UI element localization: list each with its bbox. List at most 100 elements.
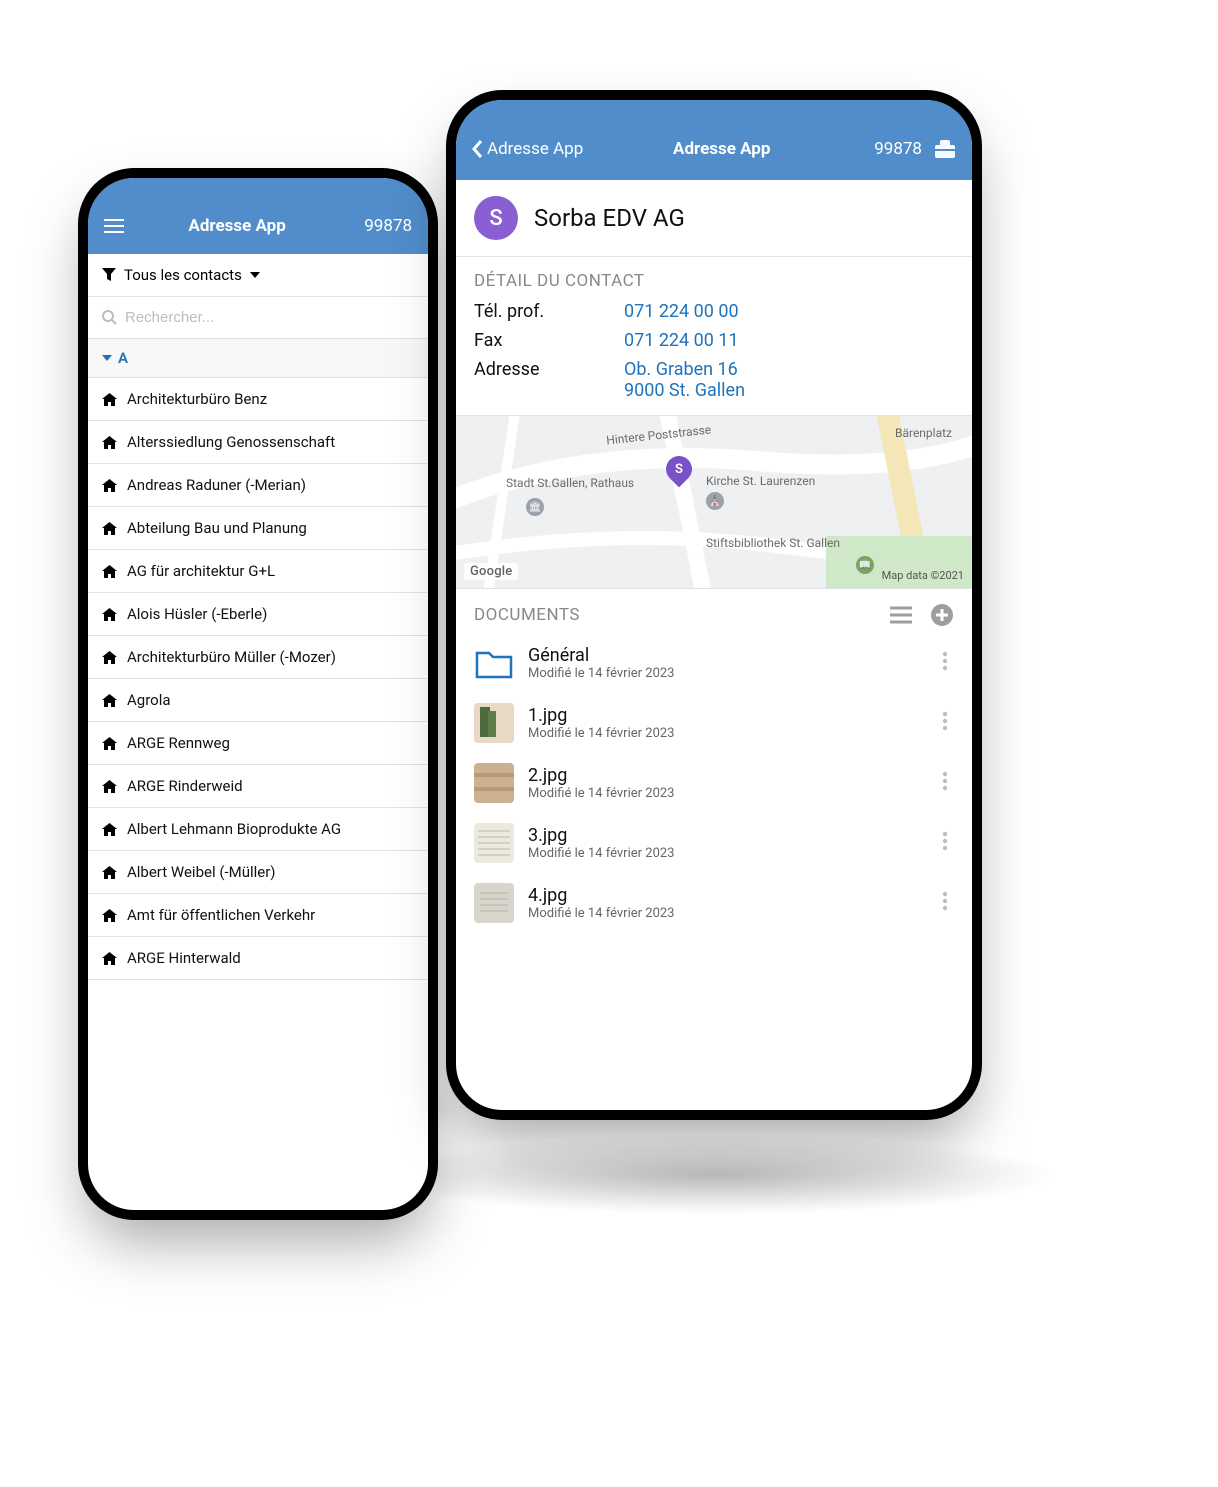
document-row[interactable]: 4.jpgModifié le 14 février 2023 — [456, 873, 972, 933]
app-title: Adresse App — [673, 139, 770, 159]
contact-row[interactable]: Agrola — [88, 679, 428, 722]
map-label-baerenplatz: Bärenplatz — [895, 426, 952, 440]
detail-phone-label: Tél. prof. — [474, 301, 624, 322]
document-info: 1.jpgModifié le 14 février 2023 — [528, 705, 922, 741]
menu-icon[interactable] — [104, 218, 124, 234]
document-more-button[interactable] — [936, 885, 954, 921]
contact-name: Sorba EDV AG — [534, 204, 685, 232]
document-row[interactable]: GénéralModifié le 14 février 2023 — [456, 633, 972, 693]
contact-row[interactable]: Amt für öffentlichen Verkehr — [88, 894, 428, 937]
home-icon — [102, 866, 117, 879]
contact-name: ARGE Rennweg — [127, 734, 230, 752]
filter-icon — [102, 268, 116, 282]
map-credit: Map data ©2021 — [882, 569, 964, 582]
folder-icon — [474, 643, 514, 683]
document-info: 3.jpgModifié le 14 février 2023 — [528, 825, 922, 861]
contact-name: Architekturbüro Müller (-Mozer) — [127, 648, 336, 666]
detail-phone-row: Tél. prof. 071 224 00 00 — [456, 297, 972, 326]
contacts-section-header[interactable]: A — [88, 339, 428, 378]
documents-view-button[interactable] — [890, 606, 912, 624]
home-icon — [102, 565, 117, 578]
app-title: Adresse App — [188, 216, 285, 236]
detail-fax-label: Fax — [474, 330, 624, 351]
contact-name: Agrola — [127, 691, 171, 709]
app-header-id: 99878 — [364, 216, 412, 236]
document-row[interactable]: 2.jpgModifié le 14 février 2023 — [456, 753, 972, 813]
document-name: 3.jpg — [528, 825, 922, 846]
contact-row[interactable]: AG für architektur G+L — [88, 550, 428, 593]
more-vertical-icon — [942, 711, 948, 731]
home-icon — [102, 436, 117, 449]
document-meta: Modifié le 14 février 2023 — [528, 906, 922, 921]
search-bar[interactable] — [88, 297, 428, 339]
toolbox-icon — [934, 140, 956, 158]
contact-name: Albert Weibel (-Müller) — [127, 863, 276, 881]
more-vertical-icon — [942, 831, 948, 851]
map-poi-icon: 📖 — [856, 556, 874, 574]
phone-contacts-list: Adresse App 99878 Tous les contacts A Ar… — [88, 178, 428, 1210]
detail-address-label: Adresse — [474, 359, 624, 401]
contact-header: S Sorba EDV AG — [456, 180, 972, 257]
detail-address-value[interactable]: Ob. Graben 16 9000 St. Gallen — [624, 359, 745, 401]
home-icon — [102, 737, 117, 750]
caret-down-icon — [102, 355, 112, 361]
document-name: 2.jpg — [528, 765, 922, 786]
home-icon — [102, 780, 117, 793]
contact-row[interactable]: Andreas Raduner (-Merian) — [88, 464, 428, 507]
toolbox-button[interactable] — [934, 140, 956, 158]
address-line2: 9000 St. Gallen — [624, 380, 745, 401]
plus-circle-icon — [930, 603, 954, 627]
home-icon — [102, 479, 117, 492]
document-more-button[interactable] — [936, 645, 954, 681]
detail-phone-value[interactable]: 071 224 00 00 — [624, 301, 739, 322]
avatar: S — [474, 196, 518, 240]
document-info: 4.jpgModifié le 14 février 2023 — [528, 885, 922, 921]
app-header: Adresse App 99878 — [88, 178, 428, 254]
contact-row[interactable]: ARGE Rinderweid — [88, 765, 428, 808]
contact-row[interactable]: Abteilung Bau und Planung — [88, 507, 428, 550]
document-meta: Modifié le 14 février 2023 — [528, 726, 922, 741]
document-row[interactable]: 1.jpgModifié le 14 février 2023 — [456, 693, 972, 753]
documents-header: DOCUMENTS — [456, 589, 972, 633]
map[interactable]: Hintere Poststrasse Bärenplatz Stadt St.… — [456, 415, 972, 589]
more-vertical-icon — [942, 891, 948, 911]
home-icon — [102, 694, 117, 707]
contacts-filter-label: Tous les contacts — [124, 266, 242, 284]
search-input[interactable] — [125, 309, 414, 326]
contact-row[interactable]: Architekturbüro Müller (-Mozer) — [88, 636, 428, 679]
contact-name: Alois Hüsler (-Eberle) — [127, 605, 267, 623]
document-meta: Modifié le 14 février 2023 — [528, 786, 922, 801]
app-header-id: 99878 — [874, 139, 922, 159]
contact-name: Albert Lehmann Bioprodukte AG — [127, 820, 341, 838]
document-name: 4.jpg — [528, 885, 922, 906]
contact-row[interactable]: Architekturbüro Benz — [88, 378, 428, 421]
document-more-button[interactable] — [936, 765, 954, 801]
back-button[interactable]: Adresse App — [472, 139, 583, 159]
documents-title: DOCUMENTS — [474, 605, 872, 625]
chevron-left-icon — [472, 140, 483, 158]
documents-add-button[interactable] — [930, 603, 954, 627]
map-label-rathaus: Stadt St.Gallen, Rathaus — [506, 476, 634, 490]
map-label-kirche: Kirche St. Laurenzen — [706, 474, 815, 488]
map-poi-icon: ⛪ — [706, 492, 724, 510]
google-badge: Google — [464, 563, 518, 580]
contacts-filter[interactable]: Tous les contacts — [88, 254, 428, 297]
contact-row[interactable]: Alterssiedlung Genossenschaft — [88, 421, 428, 464]
detail-fax-value[interactable]: 071 224 00 11 — [624, 330, 739, 351]
contact-row[interactable]: Alois Hüsler (-Eberle) — [88, 593, 428, 636]
file-thumbnail — [474, 823, 514, 863]
document-more-button[interactable] — [936, 705, 954, 741]
contact-name: ARGE Hinterwald — [127, 949, 241, 967]
document-more-button[interactable] — [936, 825, 954, 861]
contact-row[interactable]: Albert Weibel (-Müller) — [88, 851, 428, 894]
contact-name: Abteilung Bau und Planung — [127, 519, 307, 537]
address-line1: Ob. Graben 16 — [624, 359, 745, 380]
contact-row[interactable]: ARGE Rennweg — [88, 722, 428, 765]
contact-name: ARGE Rinderweid — [127, 777, 243, 795]
contact-row[interactable]: ARGE Hinterwald — [88, 937, 428, 980]
home-icon — [102, 952, 117, 965]
contact-row[interactable]: Albert Lehmann Bioprodukte AG — [88, 808, 428, 851]
home-icon — [102, 393, 117, 406]
home-icon — [102, 909, 117, 922]
document-row[interactable]: 3.jpgModifié le 14 février 2023 — [456, 813, 972, 873]
